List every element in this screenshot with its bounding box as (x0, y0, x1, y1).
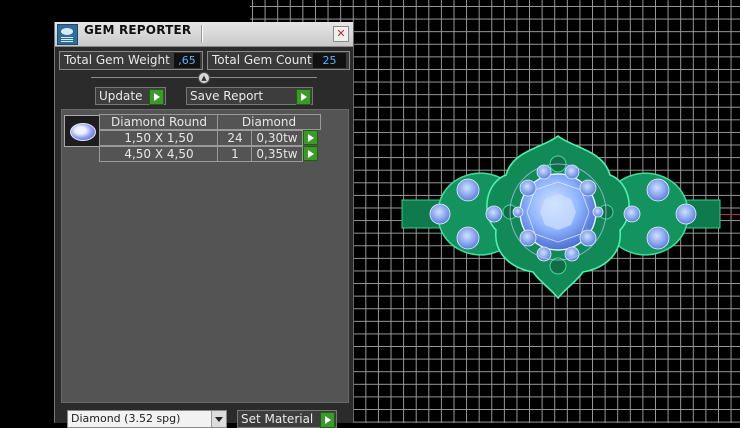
update-button[interactable]: Update (95, 87, 166, 105)
ring-model[interactable] (398, 130, 728, 305)
gem-reporter-icon (57, 24, 78, 45)
row-select-play-icon[interactable] (303, 146, 318, 161)
gem-reporter-panel: GEM REPORTER ✕ Total Gem Weight ,65 Tota… (54, 22, 354, 428)
total-gem-weight-box: Total Gem Weight ,65 (59, 51, 203, 70)
panel-titlebar[interactable]: GEM REPORTER ✕ (55, 22, 353, 47)
play-arrow-icon (296, 89, 311, 105)
total-gem-weight-value: ,65 (174, 53, 200, 68)
titlebar-divider (201, 25, 203, 43)
material-dropdown[interactable]: Diamond (3.52 spg) (67, 410, 227, 428)
chevron-down-icon[interactable] (211, 411, 226, 427)
set-material-label: Set Material (241, 412, 314, 426)
total-gem-count-label: Total Gem Count (212, 53, 312, 67)
left-margin (0, 0, 54, 423)
table-row-size: 1,50 X 1,50 (99, 130, 219, 146)
table-row-weight: 0,35tw (251, 146, 303, 162)
set-material-button[interactable]: Set Material (237, 410, 337, 428)
row-select-play-icon[interactable] (303, 130, 318, 145)
table-row-count: 24 (217, 130, 253, 146)
total-gem-weight-label: Total Gem Weight (64, 53, 170, 67)
close-icon[interactable]: ✕ (333, 26, 349, 42)
play-arrow-icon (320, 412, 335, 428)
table-row-size: 4,50 X 4,50 (99, 146, 219, 162)
total-gem-count-box: Total Gem Count 25 (207, 51, 350, 70)
update-label: Update (99, 89, 143, 103)
table-header-shape: Diamond Round (99, 114, 219, 130)
save-report-button[interactable]: Save Report (186, 87, 313, 105)
play-arrow-icon (149, 89, 164, 105)
save-report-label: Save Report (190, 89, 264, 103)
table-row-weight: 0,30tw (251, 130, 303, 146)
total-gem-count-value: 25 (313, 53, 346, 68)
diamond-round-thumbnail[interactable] (64, 115, 100, 147)
table-row-count: 1 (217, 146, 253, 162)
collapse-handle[interactable]: ▲ (198, 72, 210, 84)
table-header-material: Diamond (217, 114, 321, 130)
panel-title: GEM REPORTER (84, 23, 192, 37)
gem-list: Diamond Round Diamond 1,50 X 1,50 24 0,3… (61, 109, 349, 403)
material-selected-value: Diamond (3.52 spg) (71, 412, 181, 425)
